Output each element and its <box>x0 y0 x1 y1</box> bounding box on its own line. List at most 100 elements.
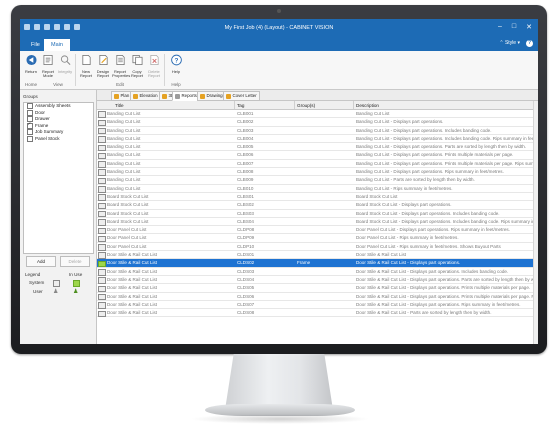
integrity-button[interactable]: Integrity <box>57 54 73 74</box>
tab-reports[interactable]: Reports <box>172 91 200 101</box>
table-row[interactable]: Door Stile & Rail Cut List CLDS05 Door Sti… <box>97 284 538 293</box>
table-row[interactable]: Banding Cut List CLB004 Banding Cut List -… <box>97 135 538 144</box>
table-row[interactable]: Board Stock Cut List CLBS04 Board Stock Cu… <box>97 218 538 227</box>
cell-title: Banding Cut List <box>107 177 141 183</box>
checkbox[interactable] <box>27 129 33 136</box>
maximize-button[interactable]: □ <box>512 23 516 31</box>
window-title: My First Job (4) (Layout) - CABINET VISI… <box>224 25 334 31</box>
cell-tag: CLB009 <box>237 177 254 183</box>
group-view-label: View <box>53 82 63 87</box>
ribbon-tab-row: File Main ⌃ Style ▾ ? <box>20 37 538 51</box>
checkbox[interactable] <box>27 135 33 142</box>
return-button[interactable]: Return <box>23 54 39 74</box>
close-button[interactable]: ✕ <box>526 23 532 31</box>
group-edit-label: Edit <box>116 82 124 87</box>
design-report-button[interactable]: Design Report <box>95 54 111 79</box>
table-row[interactable]: Banding Cut List CLB003 Banding Cut List -… <box>97 127 538 135</box>
report-mode-button[interactable]: Report Mode <box>40 54 56 79</box>
report-icon <box>98 219 106 226</box>
table-row[interactable]: Banding Cut List CLB009 Banding Cut List -… <box>97 176 538 185</box>
column-title[interactable]: Title <box>115 103 124 108</box>
help-circle-icon: ? <box>170 54 182 66</box>
report-mode-icon <box>43 55 53 65</box>
table-row[interactable]: Door Panel Cut List CLDP08 Door Panel Cut … <box>97 226 538 235</box>
cell-desc: Door Panel Cut List - Rips summary in fe… <box>356 235 459 241</box>
cell-tag: CLBS01 <box>237 193 254 199</box>
cell-desc: Board Stock Cut List - Displays part ope… <box>356 210 500 216</box>
cell-desc: Banding Cut List - Displays part operati… <box>356 152 514 158</box>
table-row[interactable]: Banding Cut List CLB008 Banding Cut List -… <box>97 168 538 177</box>
table-row[interactable]: Board Stock Cut List CLBS01 Board Stock Cu… <box>97 193 538 202</box>
cell-tag: CLDP10 <box>237 243 255 249</box>
tab-main[interactable]: Main <box>44 39 70 51</box>
table-row[interactable]: Door Stile & Rail Cut List CLDS07 Door Sti… <box>97 301 538 310</box>
cell-tag: CLB006 <box>237 152 254 158</box>
help-question-icon[interactable]: ? <box>526 40 533 47</box>
cell-desc: Door Stile & Rail Cut List - Displays pa… <box>356 285 531 291</box>
table-row[interactable]: Banding Cut List CLB002 Banding Cut List -… <box>97 118 538 127</box>
table-row[interactable]: Door Stile & Rail Cut List CLDS06 Door Sti… <box>97 293 538 301</box>
minimize-button[interactable]: – <box>498 23 502 31</box>
cell-desc: Door Stile & Rail Cut List - Displays pa… <box>356 260 461 266</box>
svg-text:?: ? <box>174 57 178 64</box>
return-icon <box>25 54 37 66</box>
table-row[interactable]: Banding Cut List CLB001 Banding Cut List <box>97 110 538 119</box>
cell-tag: CLB004 <box>237 135 254 141</box>
cell-title: Banding Cut List <box>107 152 141 158</box>
copy-report-button[interactable]: Copy Report <box>129 54 145 79</box>
table-row[interactable]: Door Stile & Rail Cut List CLDS04 Door Sti… <box>97 276 538 285</box>
column-groups[interactable]: Group(s) <box>297 103 315 108</box>
tab-cover-letter[interactable]: Cover Letter <box>223 91 260 101</box>
checkbox[interactable] <box>27 109 33 116</box>
column-description[interactable]: Description <box>356 103 379 108</box>
table-row[interactable]: Banding Cut List CLB005 Banding Cut List -… <box>97 143 538 152</box>
table-row[interactable]: Door Stile & Rail Cut List CLDS01 Door Sti… <box>97 251 538 260</box>
tab-elevation[interactable]: Elevation <box>130 91 161 101</box>
checkbox-checked[interactable] <box>27 121 33 129</box>
cell-title: Board Stock Cut List <box>107 193 149 199</box>
vertical-scrollbar[interactable] <box>533 101 538 344</box>
cell-desc: Banding Cut List - Parts are sorted by l… <box>356 177 475 183</box>
column-tag[interactable]: Tag <box>237 103 244 108</box>
properties-icon <box>115 55 125 65</box>
cell-desc: Board Stock Cut List <box>356 193 398 199</box>
cell-desc: Banding Cut List - Displays part operati… <box>356 135 538 141</box>
tab-label: Cover Letter <box>232 93 257 98</box>
report-icon <box>98 244 106 251</box>
cell-tag: CLBS03 <box>237 210 254 216</box>
report-icon <box>98 169 106 176</box>
delete-report-button[interactable]: Delete Report <box>146 54 162 79</box>
table-row[interactable]: Banding Cut List CLB007 Banding Cut List -… <box>97 160 538 169</box>
table-row[interactable]: Board Stock Cut List CLBS03 Board Stock Cu… <box>97 210 538 218</box>
cell-desc: Door Stile & Rail Cut List - Displays pa… <box>356 268 509 274</box>
cell-desc: Door Panel Cut List - Rips summary in fe… <box>356 243 501 249</box>
ribbon-separator <box>164 54 165 86</box>
table-row[interactable]: Door Panel Cut List CLDP09 Door Panel Cut … <box>97 234 538 243</box>
checkbox[interactable] <box>27 103 33 110</box>
table-row[interactable]: Banding Cut List CLB006 Banding Cut List -… <box>97 151 538 160</box>
table-row[interactable]: Door Stile & Rail Cut List CLDS08 Door Sti… <box>97 309 538 318</box>
group-item[interactable]: Panel Stock <box>24 136 93 143</box>
table-row[interactable]: Door Stile & Rail Cut List CLDS03 Door Sti… <box>97 268 538 276</box>
cell-title: Board Stock Cut List <box>107 202 149 208</box>
table-row[interactable]: Banding Cut List CLB010 Banding Cut List -… <box>97 185 538 193</box>
table-row[interactable]: Board Stock Cut List CLBS02 Board Stock Cu… <box>97 201 538 210</box>
cell-tag: CLB005 <box>237 144 254 150</box>
new-report-button[interactable]: New Report <box>78 54 94 79</box>
help-button[interactable]: ? Help <box>168 54 184 74</box>
cell-title: Banding Cut List <box>107 185 141 191</box>
style-menu[interactable]: ⌃ Style ▾ <box>499 40 520 46</box>
cell-tag: CLBS02 <box>237 202 254 208</box>
help-label: Help <box>171 68 181 74</box>
tab-label: Reports <box>181 93 197 98</box>
table-row[interactable]: Door Stile & Rail Cut List CLDS02 Frame Doo… <box>97 259 538 268</box>
new-report-label: New Report <box>79 68 92 79</box>
report-icon <box>98 186 106 193</box>
delete-button[interactable]: Delete <box>60 256 90 267</box>
copy-icon <box>132 55 142 65</box>
add-button[interactable]: Add <box>26 256 56 267</box>
cell-desc: Door Stile & Rail Cut List - Displays pa… <box>356 301 521 307</box>
report-properties-button[interactable]: Report Properties <box>112 54 130 79</box>
table-row[interactable]: Door Panel Cut List CLDP10 Door Panel Cut … <box>97 243 538 252</box>
legend: Legend In Use System User ♟ ♟ <box>25 272 91 297</box>
